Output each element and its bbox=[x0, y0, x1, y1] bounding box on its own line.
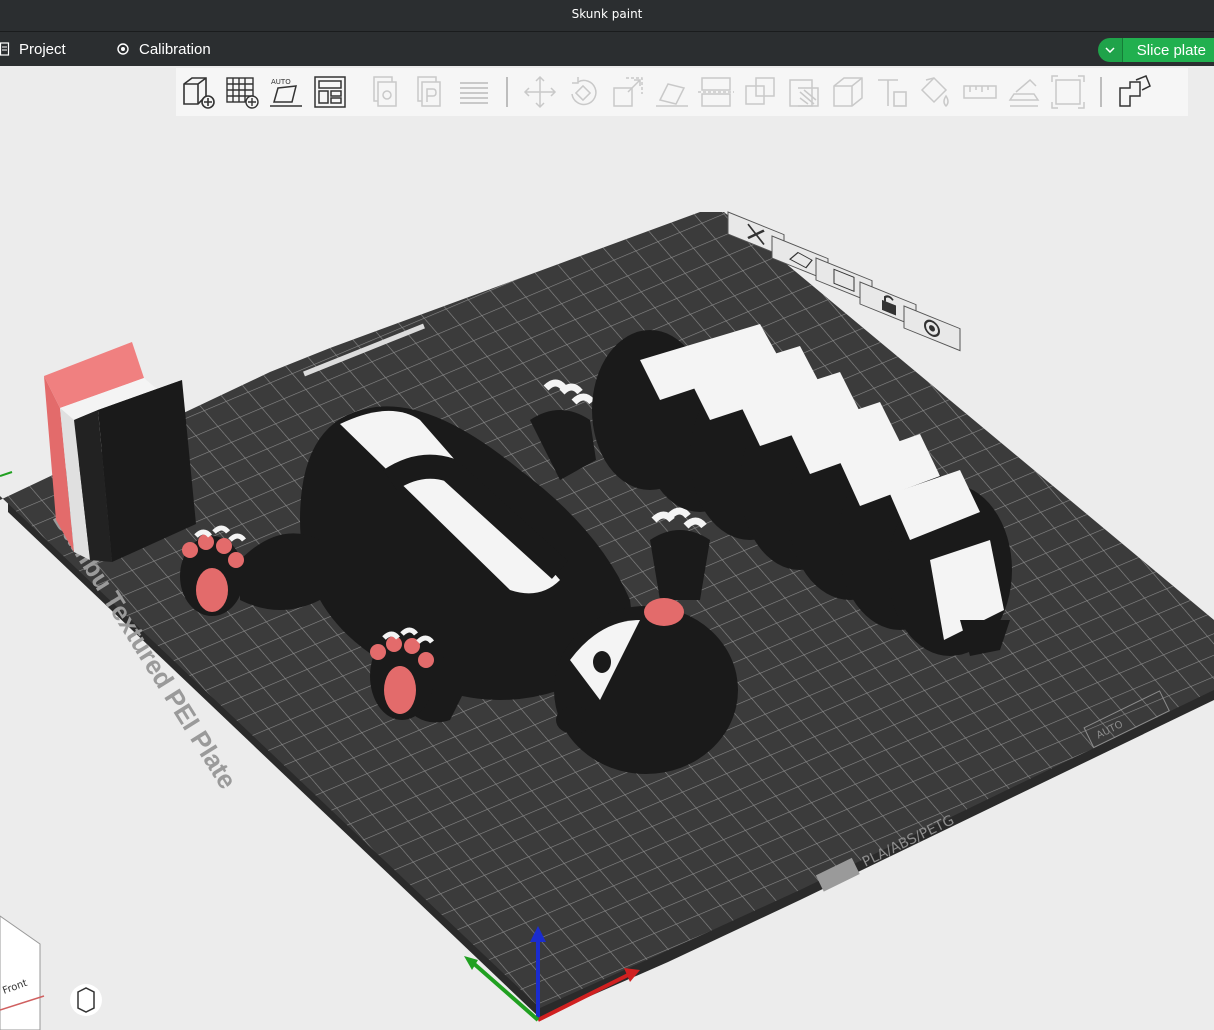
window-title: Skunk paint bbox=[571, 7, 643, 21]
title-bar: Skunk paint bbox=[0, 0, 1214, 32]
menu-calibration[interactable]: Calibration bbox=[116, 38, 211, 60]
menu-bar: Project Calibration bbox=[0, 32, 1214, 66]
camera-reset-button[interactable] bbox=[70, 984, 102, 1016]
view-cube[interactable]: Front bbox=[0, 915, 45, 1030]
menu-project[interactable]: Project bbox=[0, 38, 66, 60]
calibration-icon bbox=[117, 43, 129, 55]
plate-settings-button[interactable] bbox=[903, 305, 961, 352]
project-icon bbox=[0, 42, 10, 56]
menu-calibration-label: Calibration bbox=[139, 40, 211, 58]
slice-dropdown-button[interactable] bbox=[1097, 38, 1123, 62]
chevron-down-icon bbox=[1105, 47, 1115, 53]
slice-plate-button[interactable]: Slice plate bbox=[1122, 38, 1214, 62]
slice-button-group: Slice plate bbox=[1097, 38, 1214, 62]
viewport-3d[interactable]: Bambu Textured PEI Plate PLA/ABS/PETG AU… bbox=[0, 66, 1214, 1030]
prime-tower[interactable] bbox=[44, 342, 196, 562]
menu-project-label: Project bbox=[19, 40, 66, 58]
axis-y-stub bbox=[0, 471, 13, 477]
